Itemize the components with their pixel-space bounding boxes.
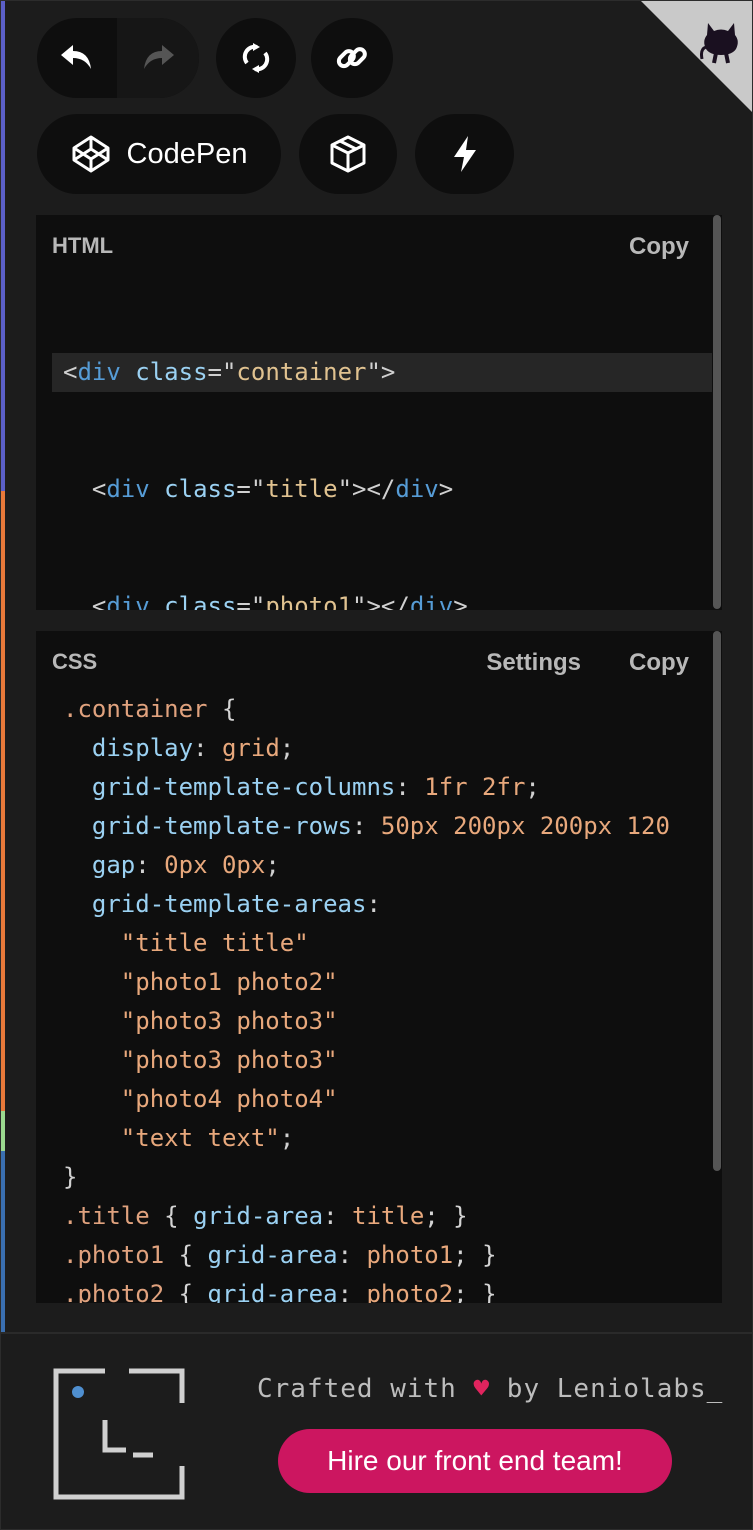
link-icon bbox=[336, 47, 367, 69]
code-line: grid-template-columns: 1fr 2fr; bbox=[91, 773, 540, 801]
code-line: <div class="title"></div> bbox=[63, 475, 454, 503]
cube-icon bbox=[330, 135, 366, 173]
codepen-icon bbox=[72, 135, 110, 173]
leniolabs-logo[interactable] bbox=[53, 1368, 185, 1500]
lightning-icon bbox=[453, 136, 476, 172]
edge-accent bbox=[1, 1, 5, 491]
undo-icon bbox=[61, 45, 91, 69]
html-scrollbar[interactable] bbox=[713, 215, 721, 609]
code-line: .photo1 { grid-area: photo1; } bbox=[63, 1241, 497, 1269]
html-panel-title: HTML bbox=[52, 233, 114, 258]
undo-button[interactable] bbox=[37, 18, 117, 98]
edge-accent bbox=[1, 491, 5, 1111]
code-line: .container { bbox=[63, 695, 237, 723]
link-button[interactable] bbox=[311, 18, 393, 98]
code-line: } bbox=[63, 1163, 78, 1191]
css-scrollbar[interactable] bbox=[713, 631, 721, 1171]
css-code-panel: CSS Settings Copy .container { display: … bbox=[36, 631, 722, 1303]
code-line: <div class="container"> bbox=[52, 353, 712, 392]
code-line: "photo1 photo2" bbox=[120, 968, 338, 996]
github-corner[interactable] bbox=[641, 1, 752, 112]
refresh-button[interactable] bbox=[216, 18, 296, 98]
footer: Crafted with ♥ by Leniolabs_ Hire our fr… bbox=[1, 1332, 752, 1529]
hire-team-button[interactable]: Hire our front end team! bbox=[278, 1429, 672, 1493]
html-code-panel: HTML Copy <div class="container"> <div c… bbox=[36, 215, 722, 610]
css-settings-button[interactable]: Settings bbox=[486, 649, 581, 677]
history-buttons bbox=[37, 18, 199, 98]
refresh-icon bbox=[242, 43, 270, 73]
codepen-label: CodePen bbox=[126, 137, 248, 170]
redo-button[interactable] bbox=[117, 18, 199, 98]
codepen-button[interactable]: CodePen bbox=[37, 114, 281, 194]
heart-icon: ♥ bbox=[473, 1374, 491, 1404]
code-line: "title title" bbox=[120, 929, 309, 957]
code-line: .title { grid-area: title; } bbox=[63, 1202, 468, 1230]
code-line: grid-template-rows: 50px 200px 200px 120 bbox=[91, 812, 670, 840]
code-line: "photo3 photo3" bbox=[120, 1007, 338, 1035]
stackblitz-button[interactable] bbox=[415, 114, 514, 194]
code-line: display: grid; bbox=[91, 734, 295, 762]
html-copy-button[interactable]: Copy bbox=[629, 233, 689, 261]
code-line: "text text"; bbox=[120, 1124, 295, 1152]
css-panel-title: CSS bbox=[52, 649, 98, 674]
code-line: .photo2 { grid-area: photo2; } bbox=[63, 1280, 497, 1303]
code-line: <div class="photo1"></div> bbox=[63, 592, 468, 610]
css-copy-button[interactable]: Copy bbox=[629, 649, 689, 677]
grid-generator-app: CodePen HTML Copy <div class="container"… bbox=[0, 0, 753, 1530]
code-line: gap: 0px 0px; bbox=[91, 851, 280, 879]
code-line: "photo4 photo4" bbox=[120, 1085, 338, 1113]
redo-icon bbox=[144, 45, 174, 69]
codesandbox-button[interactable] bbox=[299, 114, 397, 194]
code-line: "photo3 photo3" bbox=[120, 1046, 338, 1074]
code-line: grid-template-areas: bbox=[91, 890, 381, 918]
css-code: .container { display: grid; grid-templat… bbox=[52, 690, 712, 1303]
html-code: <div class="container"> <div class="titl… bbox=[52, 275, 712, 610]
crafted-with-text: Crafted with ♥ by Leniolabs_ bbox=[257, 1374, 724, 1404]
edge-accent bbox=[1, 1111, 5, 1151]
github-octocat-icon bbox=[700, 23, 738, 64]
